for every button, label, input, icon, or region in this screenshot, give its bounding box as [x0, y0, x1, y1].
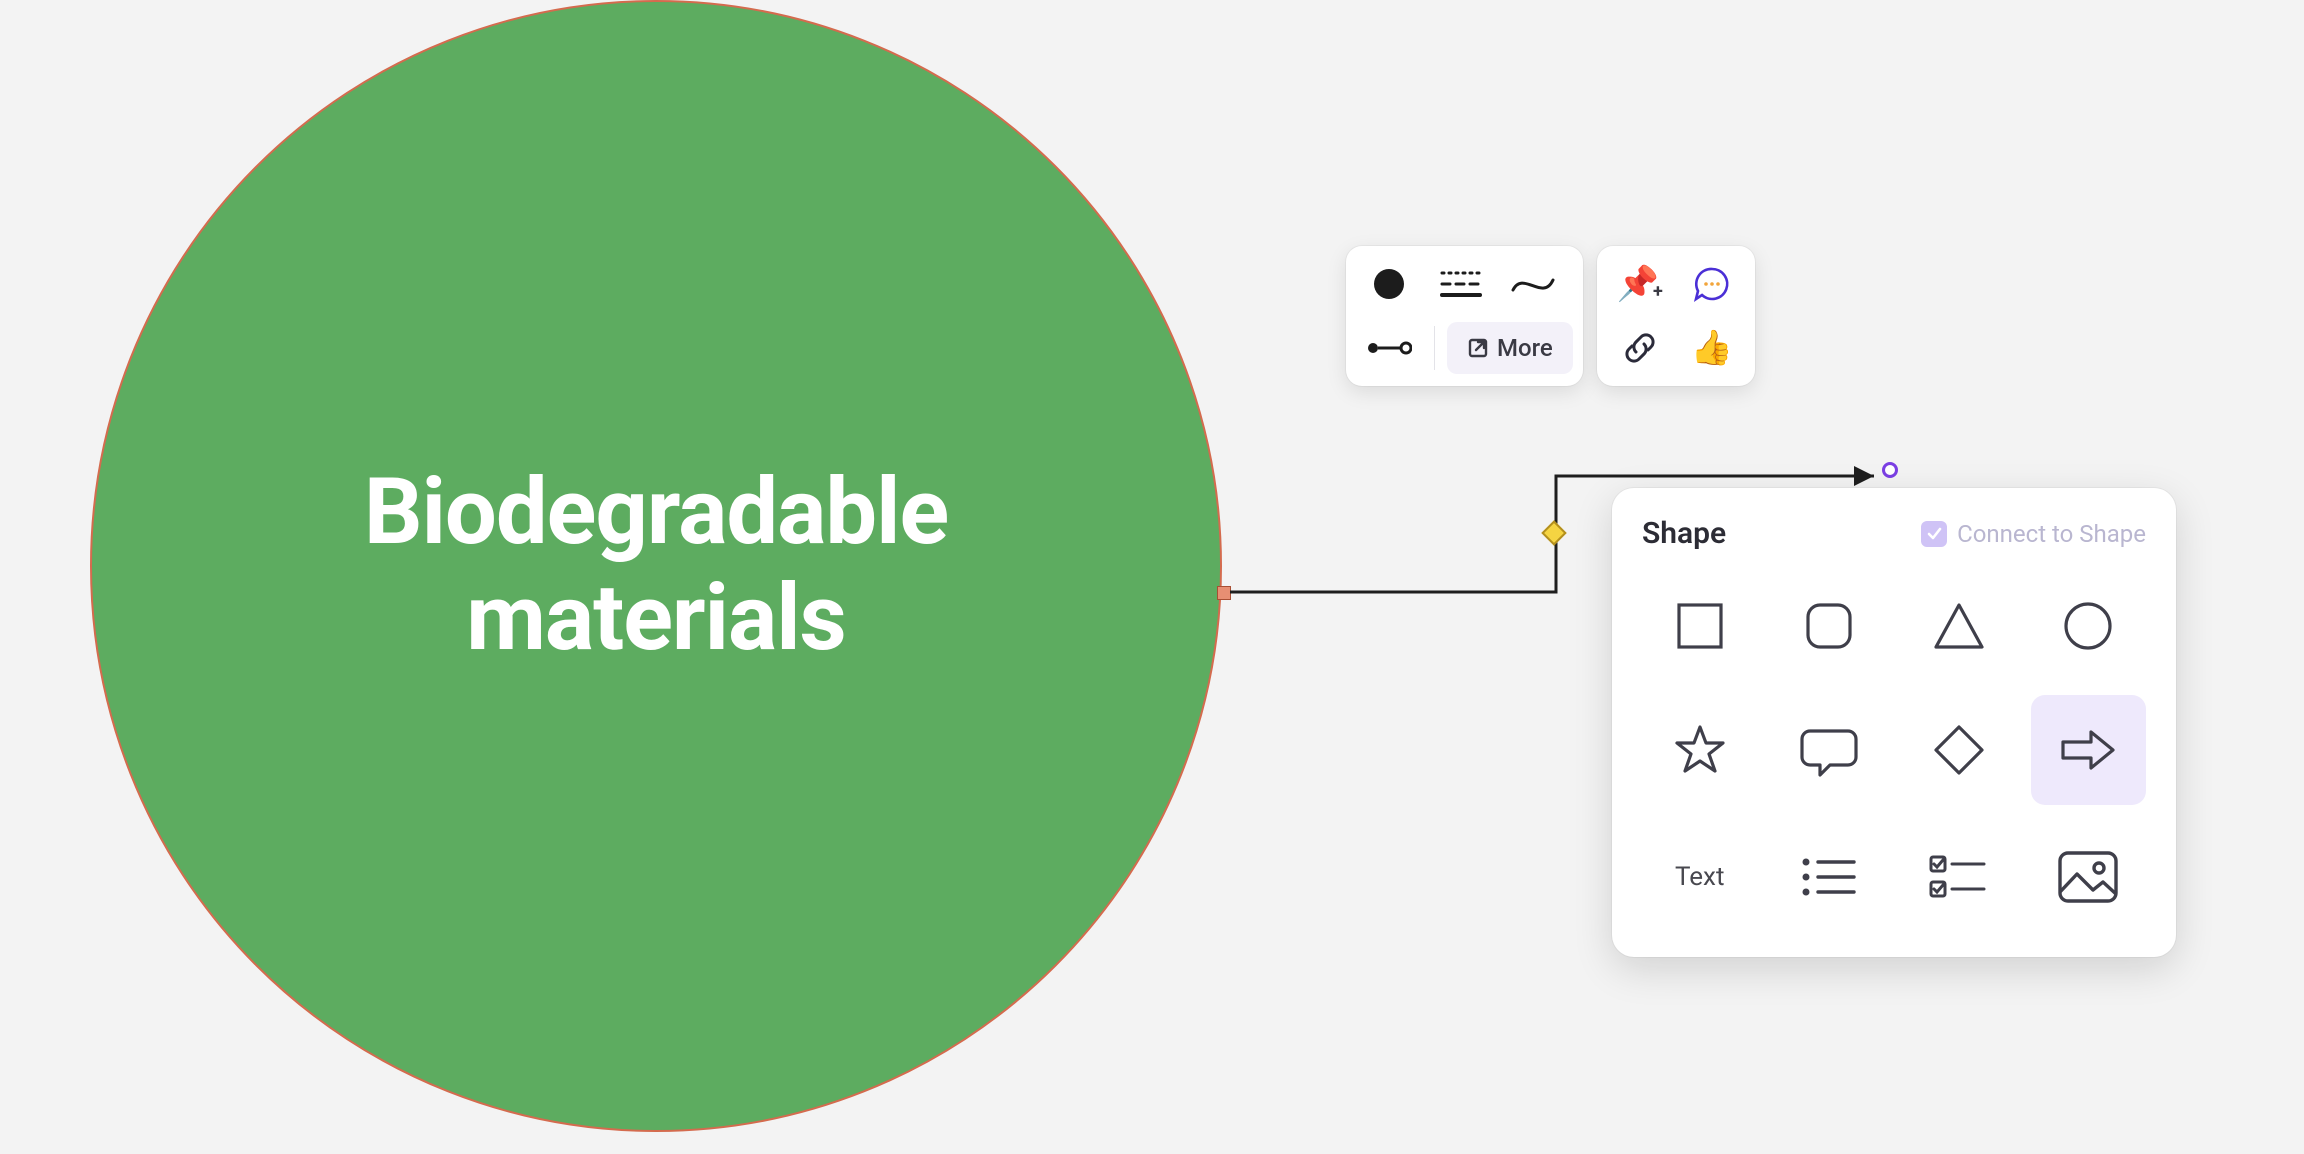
shape-option-image[interactable]	[2031, 827, 2147, 927]
connector-tool-button[interactable]	[1356, 320, 1422, 376]
external-link-icon	[1467, 337, 1489, 359]
more-button[interactable]: More	[1447, 322, 1573, 374]
comment-button[interactable]	[1679, 256, 1745, 312]
pin-button[interactable]: 📌 +	[1607, 256, 1673, 312]
actions-panel: 📌 + 👍	[1597, 246, 1755, 386]
shape-option-rounded-square[interactable]	[1772, 571, 1888, 681]
border-style-button[interactable]	[1428, 256, 1494, 312]
style-panel: More	[1346, 246, 1583, 386]
connect-to-shape-label: Connect to Shape	[1957, 520, 2146, 548]
shape-option-circle[interactable]	[2031, 571, 2147, 681]
fill-color-button[interactable]	[1356, 256, 1422, 312]
canvas-node-circle[interactable]: Biodegradablematerials	[90, 0, 1222, 1132]
shape-panel-bottom-row: Text	[1642, 827, 2146, 927]
shape-option-speech-bubble[interactable]	[1772, 695, 1888, 805]
shape-picker-panel: Shape Connect to Shape	[1612, 488, 2176, 957]
shape-option-checklist[interactable]	[1901, 827, 2017, 927]
shape-option-square[interactable]	[1642, 571, 1758, 681]
shape-option-diamond[interactable]	[1901, 695, 2017, 805]
connector-endpoint-handle[interactable]	[1882, 462, 1898, 478]
line-curve-button[interactable]	[1500, 256, 1566, 312]
shape-option-bulleted-list[interactable]	[1772, 827, 1888, 927]
thumbs-up-icon: 👍	[1691, 328, 1733, 368]
node-label: Biodegradablematerials	[364, 460, 948, 672]
thumbs-up-button[interactable]: 👍	[1679, 320, 1745, 376]
plus-icon: +	[1653, 281, 1663, 302]
floating-toolbar: More 📌 + 👍	[1346, 246, 1755, 386]
comment-icon	[1693, 265, 1731, 303]
text-option-label: Text	[1675, 862, 1724, 892]
shape-panel-title: Shape	[1642, 516, 1726, 551]
checkbox-icon	[1921, 521, 1947, 547]
toolbar-divider	[1434, 326, 1435, 370]
shape-option-text[interactable]: Text	[1642, 827, 1758, 927]
node-connection-port[interactable]	[1217, 586, 1231, 600]
shape-option-star[interactable]	[1642, 695, 1758, 805]
shape-option-arrow-right[interactable]	[2031, 695, 2147, 805]
link-icon	[1621, 329, 1659, 367]
link-button[interactable]	[1607, 320, 1673, 376]
shape-option-triangle[interactable]	[1901, 571, 2017, 681]
more-label: More	[1497, 334, 1553, 362]
shape-grid	[1642, 571, 2146, 805]
connector-midpoint-handle[interactable]	[1541, 520, 1566, 545]
connect-to-shape-toggle[interactable]: Connect to Shape	[1921, 520, 2146, 548]
